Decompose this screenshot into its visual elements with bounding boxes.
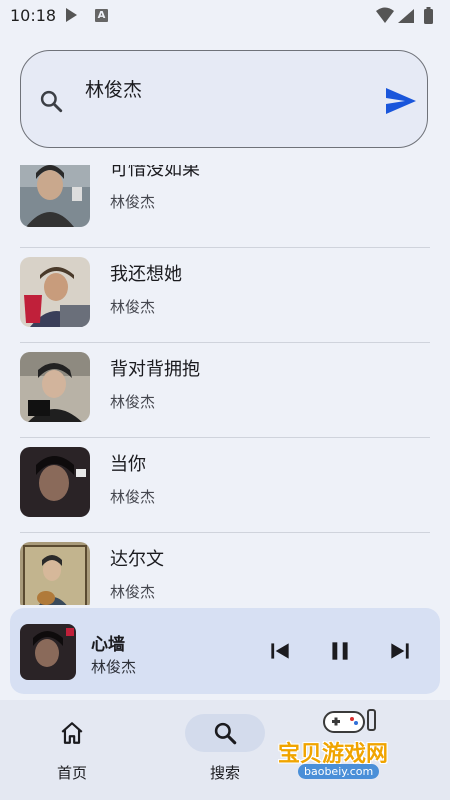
app-notification-icon: A bbox=[95, 9, 108, 22]
battery-icon bbox=[424, 7, 433, 24]
now-playing-cover[interactable] bbox=[20, 624, 76, 680]
system-status-icons bbox=[376, 7, 433, 24]
album-cover bbox=[20, 257, 90, 327]
skip-next-icon[interactable] bbox=[387, 638, 413, 664]
song-title: 我还想她 bbox=[110, 264, 182, 285]
send-icon[interactable] bbox=[385, 87, 417, 115]
status-time: 10:18 bbox=[10, 6, 57, 25]
album-cover bbox=[20, 165, 90, 227]
song-list[interactable]: 可惜没如果 林俊杰 我还想她 林俊杰 背对背拥抱 林俊杰 当你 林俊杰 达尔文 … bbox=[0, 165, 450, 605]
search-icon bbox=[40, 90, 63, 113]
skip-previous-icon[interactable] bbox=[267, 638, 293, 664]
song-row[interactable]: 背对背拥抱 林俊杰 bbox=[20, 343, 430, 438]
song-artist: 林俊杰 bbox=[110, 393, 156, 411]
search-input[interactable] bbox=[85, 71, 345, 105]
wifi-icon bbox=[376, 7, 394, 23]
song-artist: 林俊杰 bbox=[110, 298, 156, 316]
search-bar[interactable] bbox=[20, 50, 428, 148]
status-bar: 10:18 A bbox=[0, 0, 450, 32]
song-row[interactable]: 可惜没如果 林俊杰 bbox=[20, 165, 430, 248]
home-icon bbox=[61, 722, 83, 744]
gamepad-logo-icon bbox=[323, 709, 376, 733]
album-cover bbox=[20, 352, 90, 422]
song-title: 可惜没如果 bbox=[110, 165, 200, 180]
song-row[interactable]: 当你 林俊杰 bbox=[20, 438, 430, 533]
album-cover bbox=[20, 447, 90, 517]
watermark: 宝贝游戏网 baobeiy.com bbox=[270, 700, 430, 795]
song-row[interactable]: 达尔文 林俊杰 bbox=[20, 533, 430, 605]
now-playing-artist: 林俊杰 bbox=[91, 658, 137, 676]
song-artist: 林俊杰 bbox=[110, 583, 156, 601]
song-title: 达尔文 bbox=[110, 549, 164, 570]
album-cover bbox=[20, 542, 90, 605]
mini-player[interactable]: 心墙 林俊杰 bbox=[10, 608, 440, 694]
song-artist: 林俊杰 bbox=[110, 488, 156, 506]
song-title: 背对背拥抱 bbox=[110, 359, 200, 380]
song-artist: 林俊杰 bbox=[110, 193, 156, 211]
watermark-url: baobeiy.com bbox=[298, 764, 380, 779]
signal-icon bbox=[398, 9, 414, 23]
play-store-notification-icon bbox=[66, 8, 77, 22]
now-playing-title: 心墙 bbox=[91, 635, 125, 655]
nav-label-home: 首页 bbox=[56, 764, 87, 782]
search-icon bbox=[214, 722, 237, 745]
song-row[interactable]: 我还想她 林俊杰 bbox=[20, 248, 430, 343]
pause-icon[interactable] bbox=[327, 638, 353, 664]
song-title: 当你 bbox=[110, 454, 146, 475]
nav-item-home[interactable]: 首页 bbox=[2, 700, 142, 800]
